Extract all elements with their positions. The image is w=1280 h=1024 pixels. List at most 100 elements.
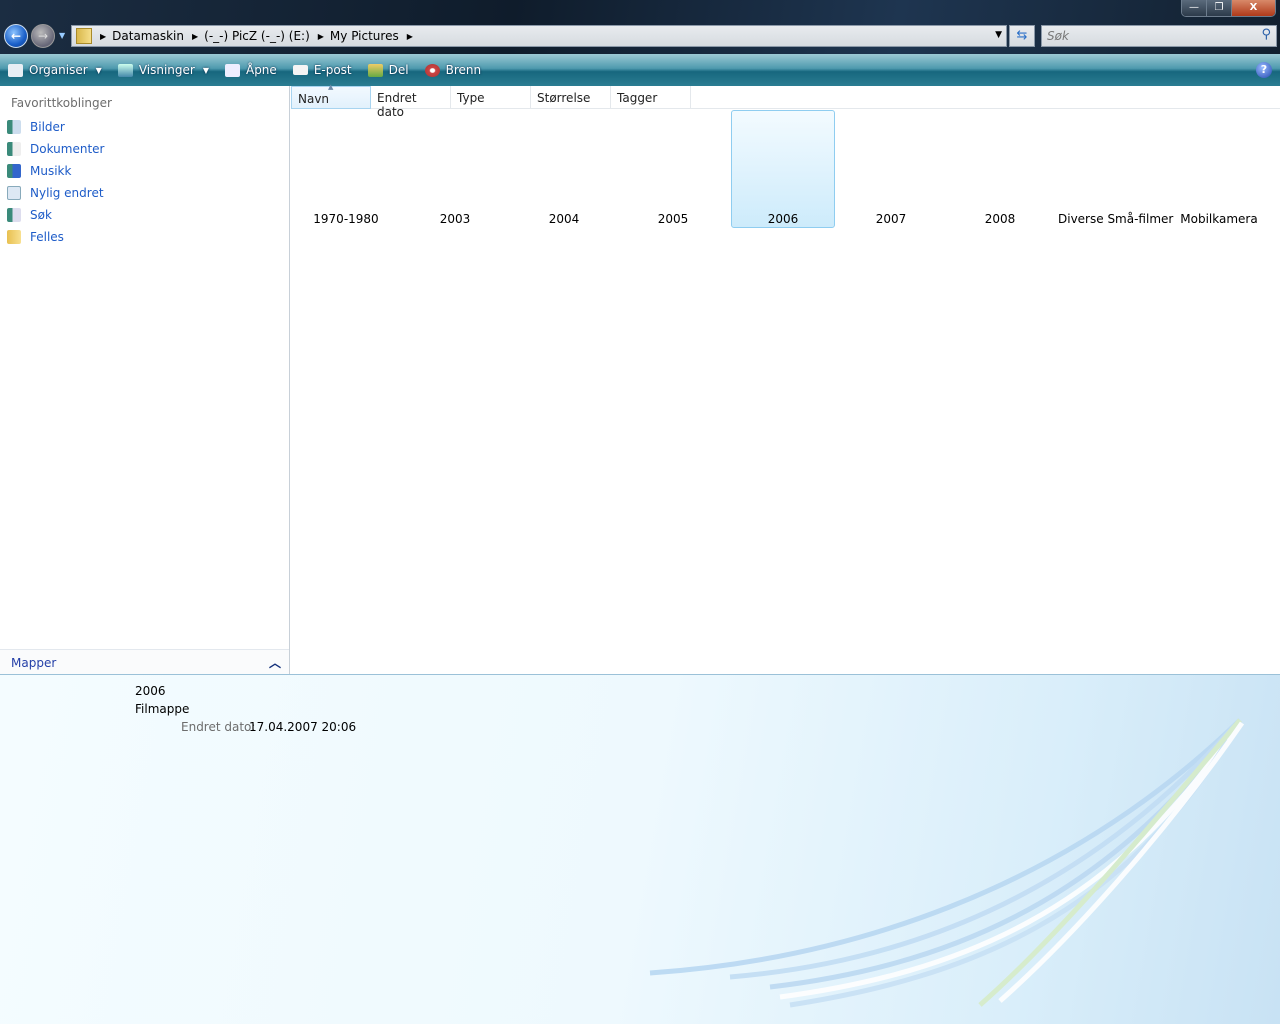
public-folder-icon: [7, 230, 21, 244]
email-label: E-post: [313, 63, 352, 77]
pictures-icon: [7, 120, 21, 134]
recent-pages-dropdown-icon[interactable]: ▼: [59, 31, 65, 40]
favorite-links-heading: Favorittkoblinger: [11, 96, 112, 110]
folder-item[interactable]: 2007: [839, 110, 943, 228]
folder-icon: [76, 28, 92, 44]
organise-button[interactable]: Organiser ▼: [8, 63, 102, 77]
search-placeholder: Søk: [1047, 29, 1069, 43]
sidebar-item-felles[interactable]: Felles: [7, 230, 64, 244]
views-label: Visninger: [138, 63, 195, 77]
burn-disc-icon: [424, 63, 440, 77]
file-list: ▲ Navn Endret dato Type Størrelse Tagger …: [291, 83, 1280, 674]
column-header-tags[interactable]: Tagger: [611, 86, 691, 109]
documents-icon: [7, 142, 21, 156]
sidebar-item-nylig-endret[interactable]: Nylig endret: [7, 186, 104, 200]
breadcrumb-arrow-icon[interactable]: ▶: [100, 32, 106, 41]
sidebar-item-musikk[interactable]: Musikk: [7, 164, 71, 178]
restore-button[interactable]: ❐: [1207, 0, 1232, 16]
folder-name: 2003: [439, 212, 471, 226]
close-button[interactable]: X: [1232, 0, 1275, 16]
folder-item-selected[interactable]: 2006: [731, 110, 835, 228]
background-swoosh-decoration: [649, 718, 1245, 1008]
burn-label: Brenn: [445, 63, 482, 77]
breadcrumb-arrow-icon[interactable]: ▶: [192, 32, 198, 41]
forward-button[interactable]: →: [31, 24, 55, 48]
folders-label: Mapper: [11, 656, 57, 670]
folder-item[interactable]: Diverse Små-filmer: [1058, 110, 1174, 228]
column-label: Navn: [298, 92, 330, 106]
open-label: Åpne: [245, 63, 277, 77]
address-dropdown-icon[interactable]: ▼: [995, 30, 1002, 40]
column-header-modified[interactable]: Endret dato: [371, 86, 451, 119]
folder-item[interactable]: Mobilkamera: [1167, 110, 1271, 228]
sidebar-item-label: Dokumenter: [30, 142, 105, 156]
burn-button[interactable]: Brenn: [424, 63, 482, 77]
column-header-name[interactable]: ▲ Navn: [291, 83, 371, 109]
search-icon[interactable]: ⚲: [1261, 27, 1271, 42]
folder-item[interactable]: 2005: [621, 110, 725, 228]
sidebar-item-label: Musikk: [30, 164, 72, 178]
breadcrumb-arrow-icon[interactable]: ▶: [407, 32, 413, 41]
chevron-down-icon: ▼: [95, 65, 102, 75]
sidebar-item-label: Felles: [30, 230, 64, 244]
details-type: Filmappe: [135, 702, 190, 716]
share-button[interactable]: Del: [367, 63, 409, 77]
folder-item[interactable]: 2004: [512, 110, 616, 228]
email-icon: [292, 65, 308, 75]
folder-item[interactable]: 2003: [403, 110, 507, 228]
address-bar[interactable]: ▶ Datamaskin ▶ (-_-) PicZ (-_-) (E:) ▶ M…: [71, 25, 1007, 47]
minimize-button[interactable]: —: [1182, 0, 1207, 16]
details-modified-label: Endret dato:: [181, 720, 256, 734]
navigation-pane: Favorittkoblinger Bilder Dokumenter Musi…: [0, 86, 290, 674]
chevron-down-icon: ▼: [202, 65, 209, 75]
folder-name: 1970-1980: [313, 212, 379, 226]
details-pane: 2006 Filmappe Endret dato: 17.04.2007 20…: [0, 674, 1280, 1024]
sidebar-item-sok[interactable]: Søk: [7, 208, 52, 222]
column-headers: ▲ Navn Endret dato Type Størrelse Tagger: [291, 83, 1280, 119]
folder-name: 2008: [984, 212, 1016, 226]
organise-icon: [8, 63, 23, 77]
back-button[interactable]: ←: [4, 24, 28, 48]
breadcrumb-my-pictures[interactable]: My Pictures: [330, 29, 399, 43]
folder-name: Mobilkamera: [1180, 212, 1258, 226]
breadcrumb-datamaskin[interactable]: Datamaskin: [112, 29, 184, 43]
folder-item[interactable]: 1970-1980: [294, 110, 398, 228]
folder-name: 2005: [657, 212, 689, 226]
organise-label: Organiser: [29, 63, 88, 77]
command-bar: Organiser ▼ Visninger ▼ Åpne E-post Del Br…: [0, 54, 1280, 86]
views-button[interactable]: Visninger ▼: [117, 63, 209, 77]
window-controls: — ❐ X: [1181, 0, 1276, 17]
folder-name: Diverse Små-filmer: [1058, 212, 1174, 226]
folder-name: 2007: [875, 212, 907, 226]
open-icon: [224, 63, 240, 77]
share-icon: [367, 63, 383, 77]
email-button[interactable]: E-post: [292, 63, 352, 77]
help-icon[interactable]: ?: [1256, 62, 1272, 78]
music-icon: [7, 164, 21, 178]
recent-items-icon: [7, 186, 21, 200]
search-input[interactable]: Søk ⚲: [1041, 25, 1277, 47]
breadcrumb-drive[interactable]: (-_-) PicZ (-_-) (E:): [204, 29, 310, 43]
sidebar-item-label: Nylig endret: [30, 186, 104, 200]
chevron-up-icon[interactable]: ︿: [269, 654, 281, 671]
title-bar: — ❐ X ← → ▼ ▶ Datamaskin ▶ (-_-) PicZ (-…: [0, 0, 1280, 54]
sidebar-item-label: Bilder: [30, 120, 65, 134]
details-name: 2006: [135, 684, 166, 698]
search-folder-icon: [7, 208, 21, 222]
folders-toggle[interactable]: Mapper ︿: [0, 649, 289, 674]
open-button[interactable]: Åpne: [224, 63, 277, 77]
share-label: Del: [388, 63, 409, 77]
folder-name: 2004: [548, 212, 580, 226]
sidebar-item-bilder[interactable]: Bilder: [7, 120, 65, 134]
breadcrumb-arrow-icon[interactable]: ▶: [318, 32, 324, 41]
folder-item[interactable]: 2008: [948, 110, 1052, 228]
refresh-icon[interactable]: ⇆: [1009, 25, 1035, 47]
sort-ascending-icon: ▲: [328, 83, 334, 91]
column-header-type[interactable]: Type: [451, 86, 531, 109]
views-icon: [117, 63, 133, 77]
column-header-size[interactable]: Størrelse: [531, 86, 611, 109]
sidebar-item-label: Søk: [30, 208, 52, 222]
sidebar-item-dokumenter[interactable]: Dokumenter: [7, 142, 104, 156]
details-modified-value: 17.04.2007 20:06: [249, 720, 357, 734]
folder-name: 2006: [767, 212, 799, 226]
